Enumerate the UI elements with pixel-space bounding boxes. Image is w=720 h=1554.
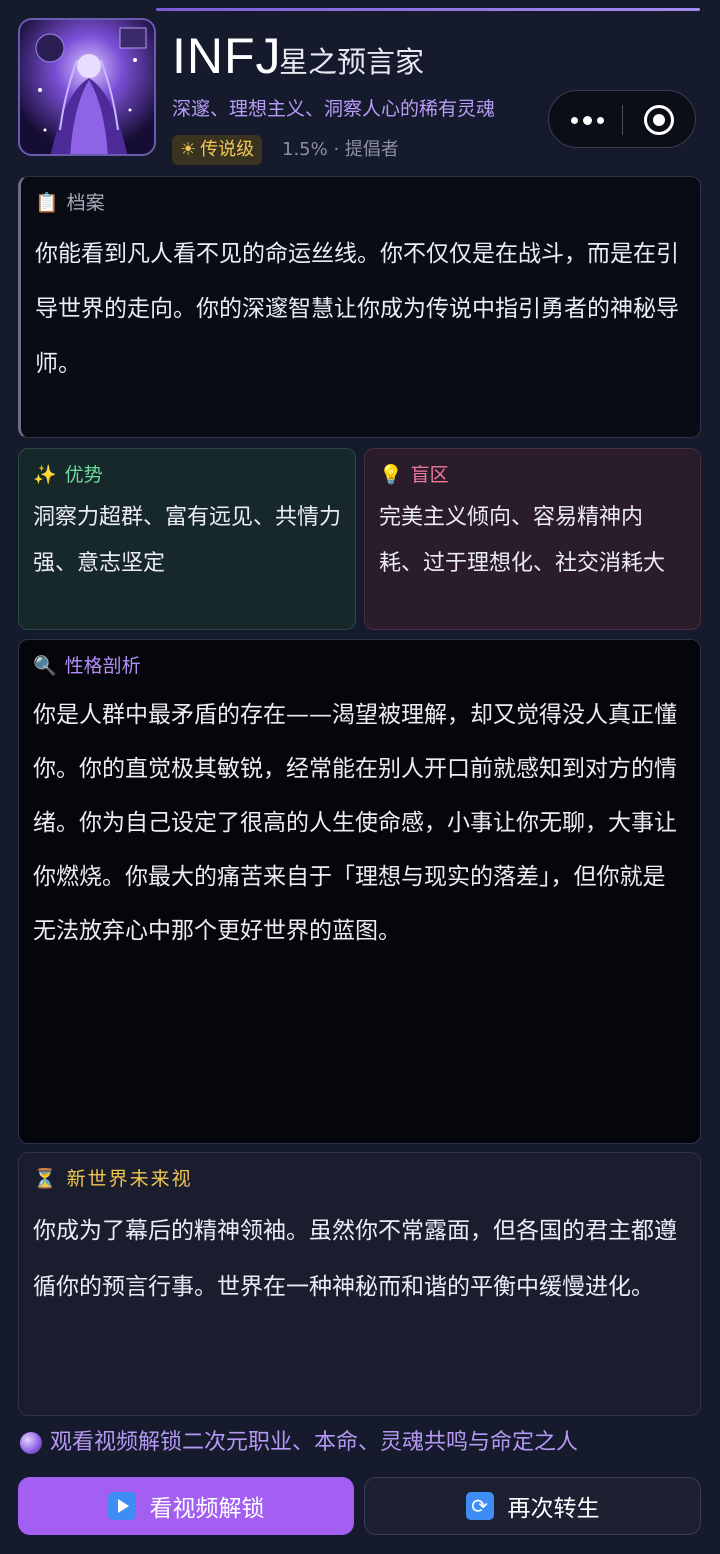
top-accent-line — [156, 8, 700, 11]
blind-spots-card: 💡 盲区 完美主义倾向、容易精神内耗、过于理想化、社交消耗大 — [364, 448, 701, 630]
more-menu-button[interactable] — [569, 91, 605, 149]
unlock-hint: 观看视频解锁二次元职业、本命、灵魂共鸣与命定之人 — [20, 1428, 578, 1458]
blind-spots-title: 盲区 — [410, 464, 449, 486]
magnifier-icon: 🔍 — [33, 655, 57, 677]
close-miniprogram-button[interactable] — [644, 105, 674, 135]
blind-spots-header: 💡 盲区 — [379, 463, 449, 487]
play-icon — [107, 1492, 136, 1520]
analysis-header: 🔍 性格剖析 — [33, 654, 141, 678]
future-title: 新世界未来视 — [66, 1168, 193, 1190]
miniprogram-capsule — [548, 90, 696, 148]
capsule-divider — [622, 105, 623, 135]
sparkles-icon: ✨ — [33, 464, 57, 486]
type-tagline: 深邃、理想主义、洞察人心的稀有灵魂 — [172, 98, 496, 120]
blind-spots-text: 完美主义倾向、容易精神内耗、过于理想化、社交消耗大 — [379, 505, 666, 576]
archive-header: 📋 档案 — [35, 191, 105, 215]
refresh-icon: ⟳ — [465, 1492, 494, 1520]
archive-text: 你能看到凡人看不见的命运丝线。你不仅仅是在战斗，而是在引导世界的走向。你的深邃智… — [35, 241, 679, 377]
future-text: 你成为了幕后的精神领袖。虽然你不常露面，但各国的君主都遵循你的预言行事。世界在一… — [33, 1218, 677, 1300]
watch-button-label: 看视频解锁 — [149, 1496, 265, 1522]
type-meta: 1.5% · 提倡者 — [282, 139, 399, 160]
future-card: ⏳ 新世界未来视 你成为了幕后的精神领袖。虽然你不常露面，但各国的君主都遵循你的… — [18, 1152, 701, 1416]
analysis-title: 性格剖析 — [64, 655, 141, 677]
analysis-card: 🔍 性格剖析 你是人群中最矛盾的存在——渴望被理解，却又觉得没人真正懂你。你的直… — [18, 639, 701, 1144]
dot-icon — [570, 116, 578, 124]
character-avatar — [18, 18, 156, 156]
type-code: INFJ — [172, 28, 282, 84]
sun-icon: ☀ — [180, 139, 197, 160]
analysis-text: 你是人群中最矛盾的存在——渴望被理解，却又觉得没人真正懂你。你的直觉极其敏锐，经… — [33, 702, 677, 944]
character-illustration — [20, 20, 154, 154]
dot-icon — [596, 116, 604, 124]
future-header: ⏳ 新世界未来视 — [33, 1167, 193, 1191]
strengths-header: ✨ 优势 — [33, 463, 103, 487]
crystal-ball-icon — [20, 1432, 42, 1454]
rebirth-button[interactable]: ⟳ 再次转生 — [364, 1477, 701, 1535]
rarity-badge: ☀ 传说级 — [172, 135, 263, 165]
archive-title: 档案 — [66, 192, 105, 214]
strengths-text: 洞察力超群、富有远见、共情力强、意志坚定 — [33, 505, 342, 576]
hourglass-icon: ⏳ — [33, 1168, 59, 1190]
strengths-title: 优势 — [64, 464, 103, 486]
unlock-hint-text: 观看视频解锁二次元职业、本命、灵魂共鸣与命定之人 — [50, 1430, 579, 1455]
rebirth-button-label: 再次转生 — [507, 1496, 600, 1522]
clipboard-icon: 📋 — [35, 192, 59, 214]
rarity-label: 传说级 — [200, 139, 255, 160]
dot-icon — [582, 115, 592, 125]
archive-card: 📋 档案 你能看到凡人看不见的命运丝线。你不仅仅是在战斗，而是在引导世界的走向。… — [18, 176, 701, 438]
watch-video-unlock-button[interactable]: 看视频解锁 — [18, 1477, 354, 1535]
lightbulb-icon: 💡 — [379, 464, 403, 486]
type-name: 星之预言家 — [279, 45, 425, 79]
strengths-card: ✨ 优势 洞察力超群、富有远见、共情力强、意志坚定 — [18, 448, 356, 630]
